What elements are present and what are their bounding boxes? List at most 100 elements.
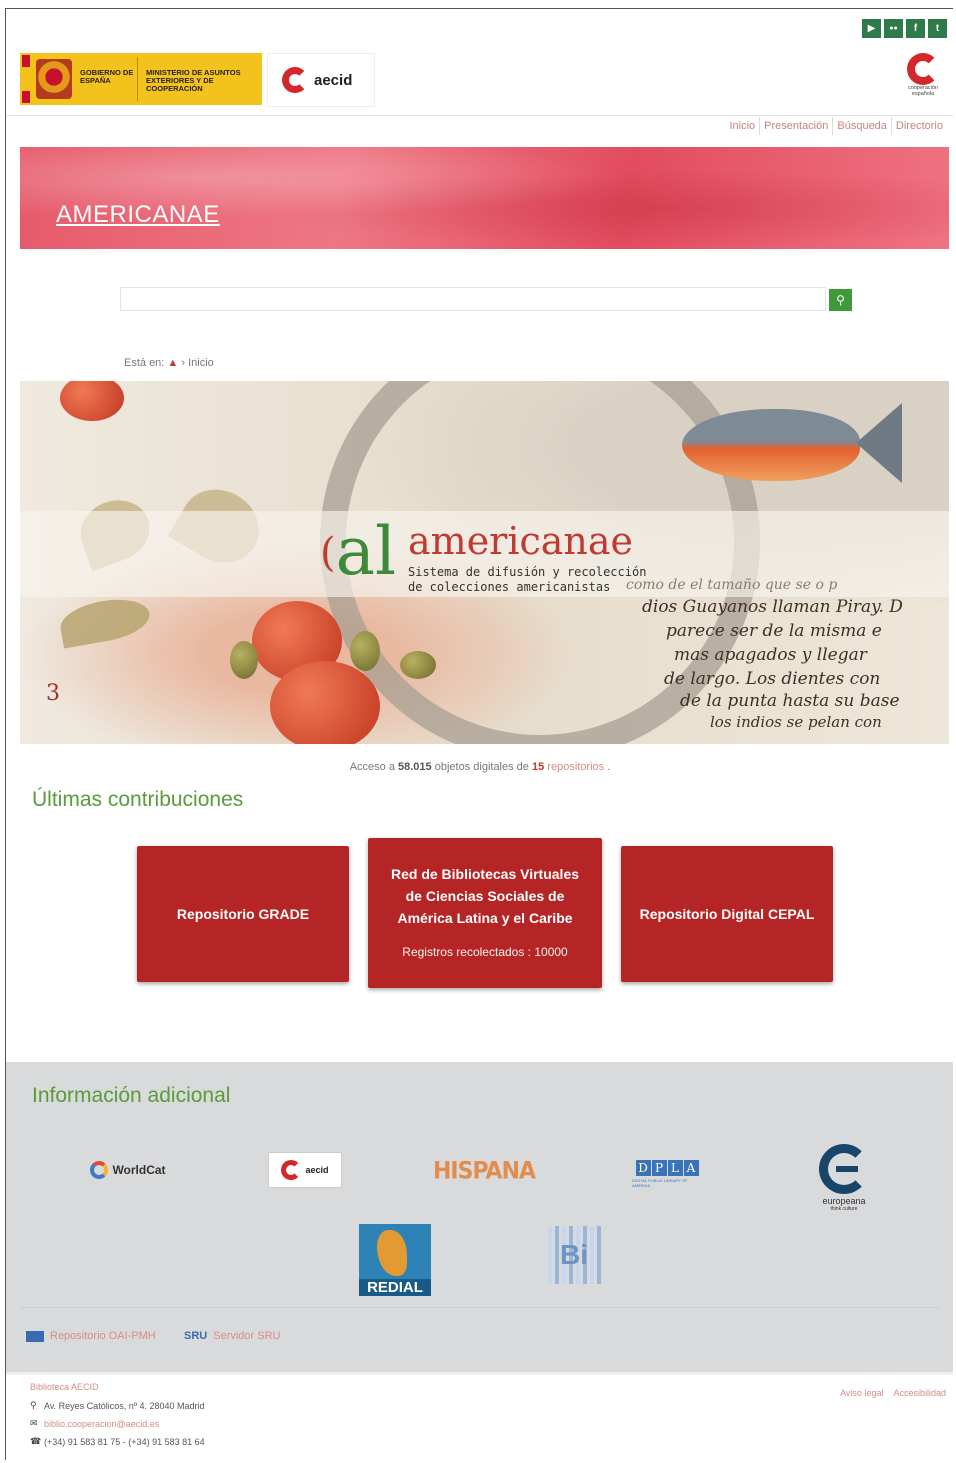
stats-line: Acceso a 58.015 objetos digitales de 15 … (6, 761, 953, 773)
home-icon[interactable]: ▲ (167, 357, 178, 369)
dpla-letter: P (651, 1160, 667, 1176)
dpla-letter: A (683, 1160, 699, 1176)
leaf-illustration (57, 593, 153, 649)
breadcrumb-current: › Inicio (181, 357, 214, 369)
stats-end: . (607, 761, 611, 773)
hero-brand: americanae (408, 519, 634, 563)
partner-hispana[interactable]: HISPANA (433, 1155, 536, 1188)
logo-divider (137, 57, 138, 101)
worldcat-icon (90, 1161, 109, 1179)
site-banner: AMERICANAE (20, 147, 949, 249)
oai-link[interactable]: Repositorio OAI-PMH (26, 1330, 156, 1342)
piranha-tail (856, 403, 902, 483)
europeana-icon (819, 1144, 869, 1194)
americas-map-icon (377, 1230, 407, 1276)
contribution-card[interactable]: Repositorio GRADE (137, 846, 349, 982)
gobierno-logo[interactable]: GOBIERNO DE ESPAÑA MINISTERIO DE ASUNTOS… (20, 53, 262, 105)
aecid-text: aecid (314, 71, 353, 89)
manuscript-line: de la punta hasta su base (680, 691, 900, 711)
info-divider (20, 1307, 940, 1308)
header-divider (6, 115, 953, 116)
page-frame: ▶ ●● f t GOBIERNO DE ESPAÑA MINISTERIO D… (5, 8, 953, 1460)
cooperacion-c-icon (907, 53, 939, 85)
address-text: Av. Reyes Católicos, nº 4. 28040 Madrid (44, 1400, 205, 1411)
footer-phone: ☎ (+34) 91 583 81 75 - (+34) 91 583 81 6… (30, 1436, 205, 1447)
nav-busqueda[interactable]: Búsqueda (832, 117, 891, 135)
footer-top-line (6, 1372, 953, 1375)
dpla-subtitle: DIGITAL PUBLIC LIBRARY OF AMERICA (632, 1178, 688, 1188)
latest-heading: Últimas contribuciones (32, 788, 244, 811)
manuscript-line: de largo. Los dientes con (664, 669, 881, 689)
flag-stripe (22, 55, 30, 103)
olive-illustration (350, 631, 380, 671)
stats-repos-link[interactable]: repositorios (547, 761, 604, 773)
oai-icon (26, 1330, 44, 1342)
info-section: Información adicional WorldCat aecid HIS… (6, 1062, 953, 1372)
olive-illustration (230, 641, 258, 679)
breadcrumb-prefix: Está en: (124, 357, 165, 369)
hero-tagline-line2: de colecciones americanistas (408, 580, 611, 594)
nav-directorio[interactable]: Directorio (890, 117, 947, 135)
aviso-legal-link[interactable]: Aviso legal (840, 1388, 883, 1398)
aecid-c-icon (282, 67, 308, 93)
sru-link[interactable]: SRU Servidor SRU (184, 1330, 280, 1342)
partner-europeana[interactable]: europeana think culture (812, 1136, 876, 1220)
sru-icon: SRU (184, 1330, 208, 1342)
cooperacion-label: cooperación española (908, 85, 938, 97)
card-subtitle: Registros recolectados : 10000 (402, 945, 568, 959)
dpla-letter: L (667, 1160, 683, 1176)
phone-icon: ☎ (30, 1436, 42, 1446)
hero-image: como de el tamaño que se o p dios Guayan… (20, 381, 949, 744)
footer: Biblioteca AECID ⚲ Av. Reyes Católicos, … (6, 1372, 953, 1460)
dpla-letter: D (635, 1160, 651, 1176)
stats-mid: objetos digitales de (434, 761, 529, 773)
phone-text: (+34) 91 583 81 75 - (+34) 91 583 81 64 (44, 1436, 205, 1447)
card-title: Red de Bibliotecas Virtuales de Ciencias… (390, 866, 580, 926)
bi-label: Bi (560, 1239, 588, 1270)
email-link[interactable]: biblio.cooperacion@aecid.es (44, 1419, 159, 1429)
info-heading: Información adicional (32, 1084, 231, 1107)
manuscript-line: parece ser de la misma e (666, 621, 882, 641)
manuscript-line: mas apagados y llegar (674, 645, 867, 665)
coat-of-arms-icon (36, 59, 72, 99)
dpla-letters: DPLA (635, 1160, 699, 1176)
aecid-logo[interactable]: aecid (267, 53, 375, 107)
banner-title[interactable]: AMERICANAE (56, 201, 220, 229)
facebook-icon[interactable]: f (906, 19, 925, 38)
ministerio-text: MINISTERIO DE ASUNTOS EXTERIORES Y DE CO… (146, 68, 241, 93)
twitter-icon[interactable]: t (928, 19, 947, 38)
partner-worldcat[interactable]: WorldCat (88, 1158, 168, 1182)
hero-tagline: Sistema de difusión y recolección de col… (408, 565, 646, 595)
footer-address: ⚲ Av. Reyes Católicos, nº 4. 28040 Madri… (30, 1400, 205, 1411)
europeana-tagline: think culture (830, 1206, 858, 1212)
americanae-logo-icon: (al (320, 513, 397, 590)
europeana-label: europeana (822, 1196, 866, 1206)
redial-label: REDIAL (359, 1279, 431, 1296)
partner-bi[interactable]: Bi (540, 1224, 608, 1286)
stats-objects: 58.015 (398, 761, 432, 773)
accesibilidad-link[interactable]: Accesibilidad (893, 1388, 946, 1398)
fruit-illustration (60, 381, 124, 421)
top-nav: Inicio Presentación Búsqueda Directorio (725, 117, 947, 135)
search-input[interactable] (120, 287, 826, 311)
olive-illustration (400, 651, 436, 679)
nav-presentacion[interactable]: Presentación (759, 117, 832, 135)
contribution-card[interactable]: Red de Bibliotecas Virtuales de Ciencias… (368, 838, 602, 988)
breadcrumb: Está en: ▲ › Inicio (124, 357, 214, 369)
partner-dpla[interactable]: DPLA DIGITAL PUBLIC LIBRARY OF AMERICA (632, 1160, 702, 1188)
youtube-icon[interactable]: ▶ (862, 19, 881, 38)
stats-repos: 15 (531, 761, 545, 773)
piranha-illustration (682, 409, 860, 481)
nav-inicio[interactable]: Inicio (725, 117, 759, 135)
search-button[interactable]: ⚲ (829, 289, 852, 311)
partner-redial[interactable]: REDIAL (359, 1224, 431, 1296)
worldcat-label: WorldCat (112, 1163, 166, 1177)
manuscript-line: los indios se pelan con (710, 713, 882, 731)
aecid-label: aecid (305, 1165, 329, 1175)
hero-page-number: 3 (46, 681, 60, 706)
cooperacion-logo[interactable]: cooperación española (901, 53, 945, 97)
contribution-card[interactable]: Repositorio Digital CEPAL (621, 846, 833, 982)
partner-aecid[interactable]: aecid (268, 1152, 342, 1188)
manuscript-line: dios Guayanos llaman Piray. D (642, 597, 903, 617)
flickr-icon[interactable]: ●● (884, 19, 903, 38)
